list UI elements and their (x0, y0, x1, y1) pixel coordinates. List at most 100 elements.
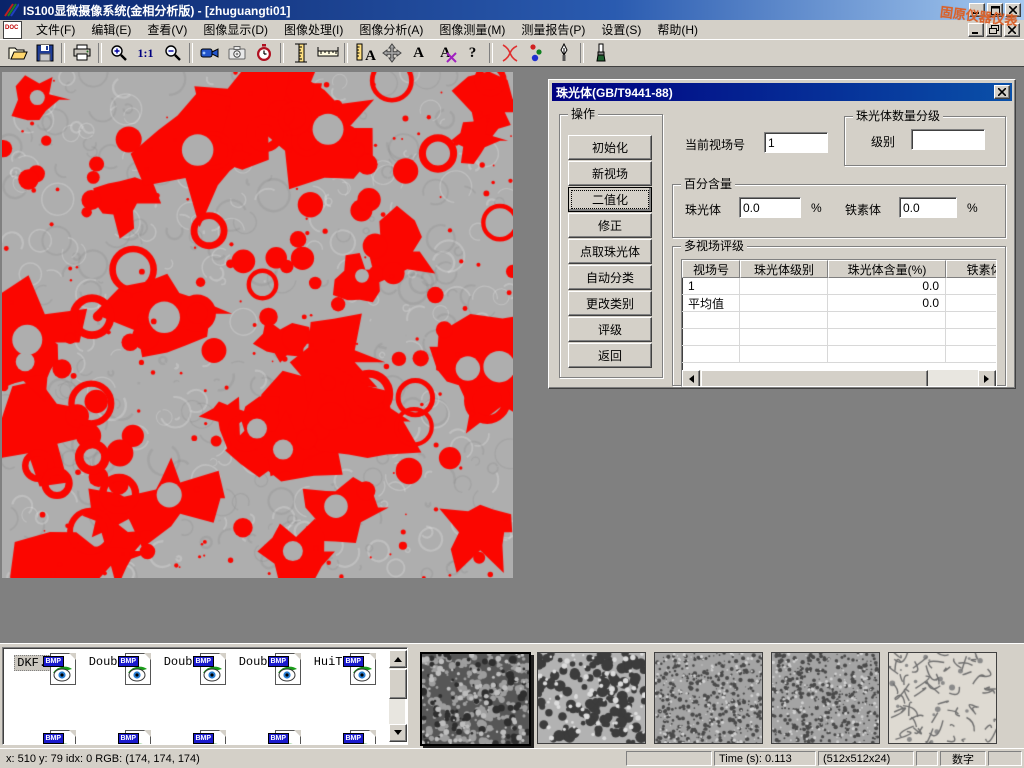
app-logo-icon (3, 2, 19, 18)
new-field-button[interactable]: 新视场 (568, 161, 652, 186)
video-camera-icon[interactable] (196, 41, 223, 65)
pan-icon[interactable] (378, 41, 405, 65)
eye-icon (351, 665, 373, 683)
title-bar: IS100显微摄像系统(金相分析版) - [zhuguangti01] (0, 0, 1024, 20)
table-horizontal-scrollbar[interactable] (682, 370, 996, 386)
menu-edit[interactable]: 编辑(E) (83, 19, 139, 40)
eye-icon (51, 665, 73, 683)
vertical-ruler-icon[interactable] (287, 41, 314, 65)
multifield-group: 多视场评级 视场号 珠光体级别 珠光体含量(%) 铁素体含量(%) 1 0.0 … (672, 246, 1006, 386)
col-ferrite-content[interactable]: 铁素体含量(%) (946, 260, 997, 278)
classify-points-icon[interactable] (523, 41, 550, 65)
current-field-label: 当前视场号 (685, 136, 745, 153)
actual-size-icon[interactable]: 1:1 (132, 41, 159, 65)
open-icon[interactable] (4, 41, 31, 65)
window-title: IS100显微摄像系统(金相分析版) - [zhuguangti01] (23, 2, 290, 19)
table-header-row: 视场号 珠光体级别 珠光体含量(%) 铁素体含量(%) (682, 260, 996, 278)
toolbar-separator (580, 43, 584, 63)
scroll-down-button[interactable] (389, 724, 407, 742)
capture-icon[interactable] (223, 41, 250, 65)
ferrite-label: 铁素体 (845, 201, 881, 218)
scrollbar-thumb[interactable] (701, 370, 928, 387)
rate-button[interactable]: 评级 (568, 317, 652, 342)
curve-icon[interactable] (496, 41, 523, 65)
document-icon: DOC (3, 21, 22, 39)
grade-label: 级别 (871, 133, 895, 150)
operation-group: 操作 初始化 新视场 二值化 修正 点取珠光体 自动分类 更改类别 评级 返回 (559, 114, 663, 378)
zoom-in-icon[interactable] (105, 41, 132, 65)
file-list-scrollbar[interactable] (389, 650, 405, 742)
grade-input[interactable] (911, 129, 985, 150)
dialog-title: 珠光体(GB/T9441-88) (556, 84, 673, 101)
dialog-title-bar: 珠光体(GB/T9441-88) (552, 83, 1012, 101)
bottom-panel: BMP DKF.bmp BMP Doubl... BMP (0, 643, 1024, 748)
file-item[interactable]: BMP Doubl... (230, 653, 305, 671)
menu-image-processing[interactable]: 图像处理(I) (276, 19, 351, 40)
toolbar-separator (489, 43, 493, 63)
toolbar-separator (98, 43, 102, 63)
col-field[interactable]: 视场号 (682, 260, 740, 278)
return-button[interactable]: 返回 (568, 343, 652, 368)
pearlite-dialog: 珠光体(GB/T9441-88) 操作 初始化 新视场 二值化 修正 点取珠光体… (548, 79, 1016, 389)
eye-icon (276, 665, 298, 683)
save-icon[interactable] (31, 41, 58, 65)
scrollbar-thumb[interactable] (389, 669, 407, 699)
help-icon[interactable]: ? (459, 41, 486, 65)
measure-text-icon[interactable]: A (351, 41, 378, 65)
pen-icon[interactable] (550, 41, 577, 65)
table-row-empty (682, 312, 996, 329)
menu-image-display[interactable]: 图像显示(D) (195, 19, 276, 40)
menu-image-measure[interactable]: 图像测量(M) (431, 19, 513, 40)
timer-icon[interactable] (250, 41, 277, 65)
dialog-close-button[interactable] (994, 85, 1010, 99)
menu-settings[interactable]: 设置(S) (593, 19, 649, 40)
binarize-button[interactable]: 二值化 (568, 187, 652, 212)
delete-text-icon[interactable]: A (432, 41, 459, 65)
thumbnail-3[interactable] (654, 652, 763, 744)
table-row[interactable]: 平均值 0.0 (682, 295, 996, 312)
status-mode: 数字 (940, 751, 986, 766)
auto-classify-button[interactable]: 自动分类 (568, 265, 652, 290)
change-class-button[interactable]: 更改类别 (568, 291, 652, 316)
text-icon[interactable]: A (405, 41, 432, 65)
menu-view[interactable]: 查看(V) (139, 19, 195, 40)
print-icon[interactable] (68, 41, 95, 65)
menu-image-analysis[interactable]: 图像分析(A) (351, 19, 431, 40)
horizontal-ruler-icon[interactable] (314, 41, 341, 65)
initialize-button[interactable]: 初始化 (568, 135, 652, 160)
status-bar: x: 510 y: 79 idx: 0 RGB: (174, 174, 174)… (0, 748, 1024, 768)
status-panel-empty (916, 751, 938, 766)
micrograph-image[interactable] (2, 72, 513, 578)
current-field-input[interactable] (764, 132, 828, 153)
thumbnail-1[interactable] (420, 652, 531, 746)
correct-button[interactable]: 修正 (568, 213, 652, 238)
file-item[interactable]: BMP HuiTi... (305, 653, 380, 671)
toolbar-separator (189, 43, 193, 63)
grading-group-label: 珠光体数量分级 (853, 109, 943, 123)
col-pearlite-content[interactable]: 珠光体含量(%) (828, 260, 946, 278)
eye-icon (126, 665, 148, 683)
thumbnail-4[interactable] (771, 652, 880, 744)
menu-bar: DOC 文件(F) 编辑(E) 查看(V) 图像显示(D) 图像处理(I) 图像… (0, 20, 1024, 40)
pearlite-percent-input[interactable] (739, 197, 801, 218)
scroll-up-button[interactable] (389, 650, 407, 668)
thumbnail-2[interactable] (537, 652, 646, 744)
menu-measure-report[interactable]: 测量报告(P) (513, 19, 593, 40)
pearlite-label: 珠光体 (685, 201, 721, 218)
file-item[interactable]: BMP Doubl... (80, 653, 155, 671)
cursor-coordinates: x: 510 y: 79 idx: 0 RGB: (174, 174, 174) (2, 753, 200, 765)
menu-file[interactable]: 文件(F) (28, 19, 83, 40)
zoom-out-icon[interactable] (159, 41, 186, 65)
menu-help[interactable]: 帮助(H) (649, 19, 706, 40)
col-pearlite-grade[interactable]: 珠光体级别 (740, 260, 828, 278)
scroll-left-button[interactable] (682, 370, 700, 387)
pick-pearlite-button[interactable]: 点取珠光体 (568, 239, 652, 264)
scroll-right-button[interactable] (978, 370, 996, 387)
file-item[interactable]: BMP DKF.bmp (5, 653, 80, 671)
thumbnail-5[interactable] (888, 652, 997, 744)
status-panel-empty (988, 751, 1022, 766)
brush-icon[interactable] (587, 41, 614, 65)
table-row[interactable]: 1 0.0 (682, 278, 996, 295)
ferrite-percent-input[interactable] (899, 197, 957, 218)
file-item[interactable]: BMP Doubl... (155, 653, 230, 671)
